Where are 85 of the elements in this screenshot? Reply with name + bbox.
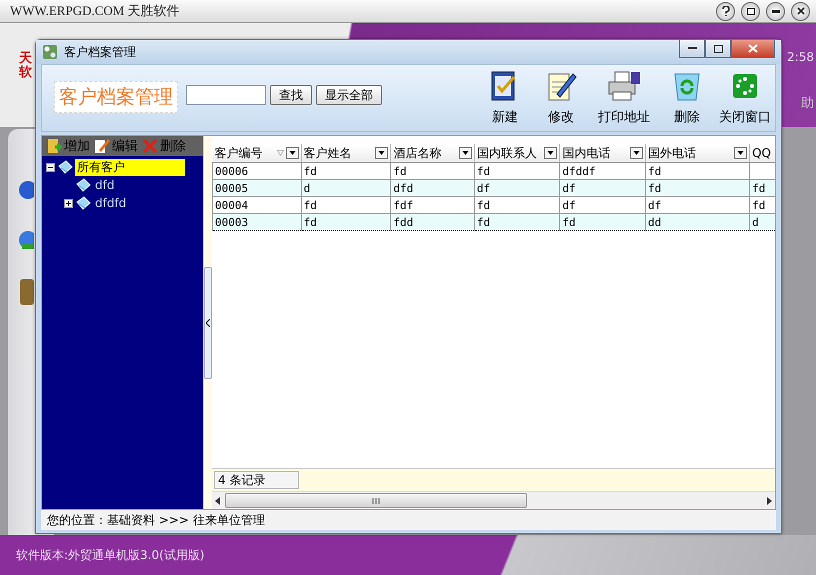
filter-dropdown-icon[interactable] <box>734 147 748 159</box>
search-button[interactable]: 查找 <box>270 85 312 105</box>
column-header[interactable]: 客户编号 <box>212 144 302 162</box>
table-cell: fd <box>645 162 750 180</box>
table-cell: 00004 <box>212 196 302 214</box>
help-icon <box>722 6 730 16</box>
table-cell: d <box>750 214 775 230</box>
table-cell: fd <box>560 214 646 230</box>
table-cell: fd <box>750 196 775 214</box>
column-header[interactable]: 客户姓名 <box>301 144 391 162</box>
maximize-button[interactable] <box>741 2 760 20</box>
table-cell: fd <box>645 180 750 196</box>
table-cell: dfddf <box>560 162 646 180</box>
close-icon <box>748 44 758 53</box>
table-cell: fd <box>390 162 474 180</box>
app-icon <box>42 44 58 60</box>
filter-dropdown-icon[interactable] <box>286 147 299 159</box>
pencil-icon <box>94 138 110 154</box>
version-text: 软件版本:外贸通单机版3.0(试用版) <box>16 546 204 564</box>
column-header[interactable]: QQ <box>750 144 775 162</box>
column-header[interactable]: 国内电话 <box>560 144 646 162</box>
toolbar-button[interactable]: 打印地址 <box>589 70 659 126</box>
table-cell: fd <box>301 162 391 180</box>
scrollbar-thumb[interactable] <box>225 493 527 508</box>
table-cell: fdd <box>390 214 474 230</box>
logo-text: 软 <box>19 65 32 79</box>
module-banner: 客户档案管理 <box>54 81 178 113</box>
collapse-handle[interactable] <box>204 266 212 378</box>
scroll-left-icon[interactable] <box>215 496 221 504</box>
table-cell: df <box>645 196 750 214</box>
table-cell: 00006 <box>212 162 302 180</box>
table-cell: fd <box>474 162 560 180</box>
help-button[interactable] <box>716 2 735 20</box>
toolbar-button[interactable]: 关闭窗口 <box>715 70 775 126</box>
table-cell: fdf <box>390 196 474 214</box>
table-cell: dd <box>645 214 750 230</box>
window-title: 客户档案管理 <box>64 44 136 60</box>
column-header[interactable]: 国内联系人 <box>474 144 560 162</box>
tree-item[interactable]: 所有客户 <box>75 158 185 176</box>
filter-dropdown-icon[interactable] <box>630 147 643 159</box>
table-cell: fd <box>301 214 391 230</box>
filter-dropdown-icon[interactable] <box>375 147 388 159</box>
clock-text: 2:58 <box>787 50 814 64</box>
collapse-icon[interactable] <box>46 162 55 172</box>
show-all-button[interactable]: 显示全部 <box>316 85 382 105</box>
table-cell: df <box>474 180 560 196</box>
close-button[interactable] <box>791 2 810 20</box>
minimize-button[interactable] <box>679 40 705 58</box>
maximize-icon <box>746 8 754 14</box>
cross-icon <box>142 138 158 154</box>
logo-text: 天 <box>19 51 32 65</box>
column-header[interactable]: 酒店名称 <box>390 144 474 162</box>
tree-item[interactable]: dfdfd <box>93 196 128 210</box>
minimize-button[interactable] <box>766 2 785 20</box>
app-title: WWW.ERPGD.COM 天胜软件 <box>10 2 180 20</box>
tree-item[interactable]: dfd <box>93 178 116 192</box>
table-cell: dfd <box>390 180 474 196</box>
table-cell: df <box>560 196 646 214</box>
scroll-right-icon[interactable] <box>766 496 772 504</box>
table-cell: d <box>301 180 391 196</box>
table-cell: 00003 <box>212 214 302 230</box>
printer-icon <box>607 70 641 102</box>
table-cell: fd <box>474 214 560 230</box>
maximize-icon <box>714 44 722 52</box>
filter-dropdown-icon[interactable] <box>544 147 558 159</box>
toolbar-button[interactable]: 删除 <box>659 70 715 126</box>
table-cell: fd <box>750 180 775 196</box>
table-cell: 00005 <box>212 180 302 196</box>
minimize-icon <box>688 47 696 50</box>
close-icon <box>796 7 804 15</box>
toolbar-button[interactable]: 新建 <box>477 70 533 126</box>
table-cell: fd <box>474 196 560 214</box>
toolbar-button[interactable]: 修改 <box>533 70 589 126</box>
table-cell: df <box>560 180 646 196</box>
search-field[interactable] <box>186 85 266 105</box>
expand-icon[interactable] <box>64 198 73 208</box>
table-cell: fd <box>301 196 391 214</box>
filter-dropdown-icon[interactable] <box>458 147 472 159</box>
maximize-button[interactable] <box>705 40 731 58</box>
add-document-icon <box>46 138 62 154</box>
minimize-icon <box>772 10 780 12</box>
breadcrumb-text: 您的位置：基础资料 >>> 往来单位管理 <box>47 512 265 528</box>
record-count: 4 条记录 <box>214 471 299 489</box>
menu-text[interactable]: 助 <box>801 94 814 112</box>
column-header[interactable]: 国外电话 <box>645 144 750 162</box>
